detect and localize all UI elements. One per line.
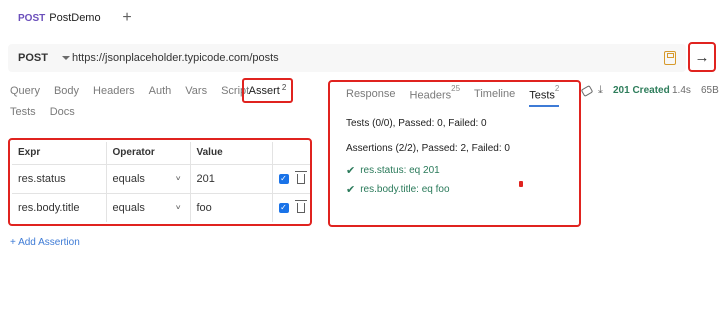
tab-assert[interactable]: Assert 2 (242, 78, 293, 103)
assertion-result: res.status: eq 201 (360, 165, 440, 176)
response-tabs: Response Headers25 Timeline Tests2 (346, 83, 560, 107)
response-actions: ⤓ (580, 84, 603, 97)
save-icon[interactable] (664, 51, 676, 65)
operator-value: equals (112, 172, 145, 185)
col-actions (272, 142, 310, 165)
assertion-result: res.body.title: eq foo (360, 184, 450, 195)
operator-select[interactable]: equals ∨ (106, 193, 191, 222)
enable-checkbox[interactable]: ✓ (278, 202, 289, 213)
method-select[interactable]: POST (8, 52, 70, 64)
enable-checkbox[interactable]: ✓ (278, 173, 289, 184)
check-icon: ✔ (346, 165, 356, 177)
send-button[interactable]: → (688, 42, 716, 72)
clear-icon[interactable] (580, 84, 594, 97)
tab-response-tests-count: 2 (554, 83, 560, 93)
chevron-down-icon: ∨ (174, 174, 182, 182)
request-tabs: Query Body Headers Auth Vars Script (10, 80, 249, 102)
tab-vars[interactable]: Vars (185, 85, 207, 97)
col-operator: Operator (106, 142, 191, 165)
table-row: res.body.title equals ∨ foo ✓ (12, 193, 310, 222)
list-item: ✔ res.body.title: eq foo (346, 183, 450, 196)
assertions-panel: Expr Operator Value res.status equals ∨ 2… (8, 138, 312, 226)
method-label: POST (18, 52, 48, 64)
operator-select[interactable]: equals ∨ (106, 164, 191, 194)
tab-response-headers[interactable]: Headers25 (409, 83, 461, 102)
download-icon[interactable]: ⤓ (598, 84, 603, 97)
tab-response-tests[interactable]: Tests2 (529, 83, 560, 107)
chevron-down-icon (61, 56, 70, 60)
value-cell[interactable]: foo (190, 193, 273, 222)
assertions-table: Expr Operator Value res.status equals ∨ 2… (12, 142, 310, 222)
assertions-summary: Assertions (2/2), Passed: 2, Failed: 0 (346, 143, 510, 154)
url-bar: POST (8, 44, 686, 72)
tab-assert-count: 2 (281, 83, 287, 92)
operator-value: equals (112, 201, 145, 214)
col-expr: Expr (12, 142, 107, 165)
tab-response-tests-label: Tests (529, 89, 555, 102)
response-size: 65B (701, 85, 719, 96)
response-panel: Response Headers25 Timeline Tests2 Tests… (328, 80, 581, 227)
col-value: Value (190, 142, 273, 165)
tab-body[interactable]: Body (54, 85, 79, 97)
tab-bar: POST PostDemo + (0, 0, 720, 38)
tab-tests[interactable]: Tests (10, 106, 36, 118)
tab-response[interactable]: Response (346, 88, 396, 100)
table-row: res.status equals ∨ 201 ✓ (12, 164, 310, 194)
tab-docs[interactable]: Docs (50, 106, 75, 118)
cursor-marker (519, 181, 523, 187)
new-tab-button[interactable]: + (118, 8, 136, 28)
tab-auth[interactable]: Auth (149, 85, 172, 97)
tab-timeline[interactable]: Timeline (474, 88, 515, 100)
tab-response-headers-label: Headers (409, 89, 452, 102)
tests-summary: Tests (0/0), Passed: 0, Failed: 0 (346, 118, 487, 129)
status-badge: 201 Created (613, 85, 670, 96)
check-icon: ✔ (346, 184, 356, 196)
chevron-down-icon: ∨ (174, 203, 182, 211)
value-cell[interactable]: 201 (190, 164, 273, 194)
row-actions: ✓ (272, 193, 310, 222)
tab-query[interactable]: Query (10, 85, 40, 97)
tab-response-headers-count: 25 (451, 83, 461, 93)
response-time: 1.4s (672, 85, 691, 96)
trash-icon[interactable] (294, 199, 307, 213)
trash-icon[interactable] (294, 170, 307, 184)
tab-assert-label: Assert (248, 84, 280, 97)
url-input[interactable] (72, 52, 632, 64)
list-item: ✔ res.status: eq 201 (346, 164, 440, 177)
request-tabs-row2: Tests Docs (10, 106, 75, 118)
request-tab[interactable]: POST PostDemo (6, 6, 110, 32)
add-assertion-link[interactable]: + Add Assertion (10, 237, 80, 248)
expr-cell[interactable]: res.status (12, 164, 107, 194)
row-actions: ✓ (272, 164, 310, 194)
tab-method: POST (18, 12, 46, 24)
expr-cell[interactable]: res.body.title (12, 193, 107, 222)
tab-name: PostDemo (49, 12, 101, 24)
table-header-row: Expr Operator Value (12, 142, 310, 165)
tab-headers[interactable]: Headers (93, 85, 135, 97)
